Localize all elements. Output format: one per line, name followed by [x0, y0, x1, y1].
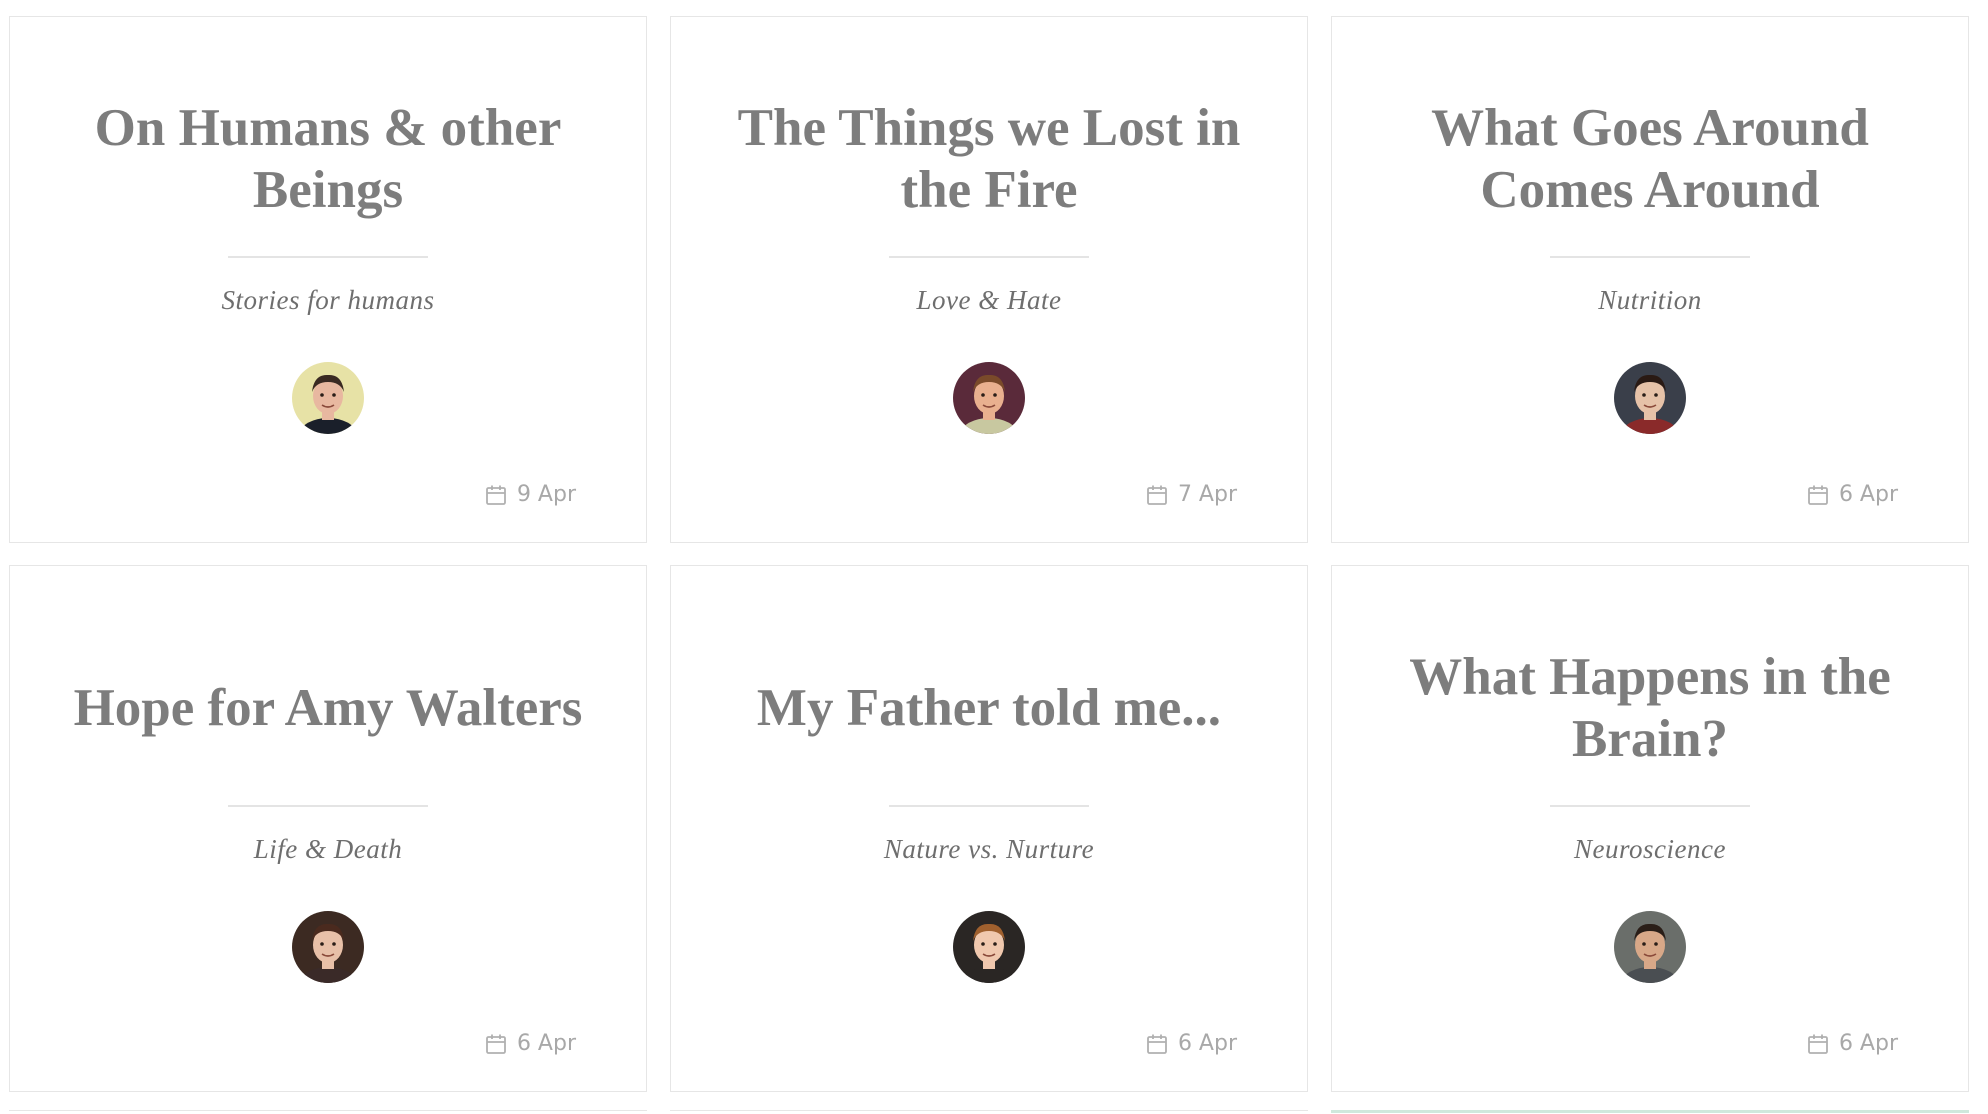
- author-avatar[interactable]: [292, 362, 364, 434]
- story-category[interactable]: Nature vs. Nurture: [671, 834, 1307, 865]
- story-card[interactable]: The Things we Lost in the Fire Love & Ha…: [670, 16, 1308, 543]
- story-category[interactable]: Love & Hate: [671, 285, 1307, 316]
- title-divider: [889, 256, 1089, 258]
- story-card-grid: On Humans & other Beings Stories for hum…: [0, 0, 1988, 1114]
- title-divider: [889, 805, 1089, 807]
- calendar-icon: [485, 484, 507, 506]
- story-date: 7 Apr: [1146, 482, 1237, 507]
- story-date-text: 6 Apr: [516, 1031, 576, 1056]
- story-category[interactable]: Neuroscience: [1332, 834, 1968, 865]
- story-title[interactable]: What Goes Around Comes Around: [1372, 87, 1928, 231]
- story-date-text: 9 Apr: [516, 482, 576, 507]
- story-title[interactable]: What Happens in the Brain?: [1372, 636, 1928, 780]
- title-divider: [228, 256, 428, 258]
- story-card[interactable]: What Happens in the Brain? Neuroscience …: [1331, 565, 1969, 1092]
- story-title[interactable]: Hope for Amy Walters: [50, 636, 606, 780]
- story-date-text: 6 Apr: [1838, 1031, 1898, 1056]
- story-title[interactable]: The Things we Lost in the Fire: [711, 87, 1267, 231]
- story-date: 6 Apr: [485, 1031, 576, 1056]
- story-date: 6 Apr: [1807, 482, 1898, 507]
- calendar-icon: [485, 1033, 507, 1055]
- story-card-partial[interactable]: [9, 1110, 647, 1114]
- story-card-partial[interactable]: [1331, 1110, 1969, 1114]
- story-date: 6 Apr: [1146, 1031, 1237, 1056]
- author-avatar[interactable]: [953, 362, 1025, 434]
- story-date-text: 7 Apr: [1177, 482, 1237, 507]
- title-divider: [1550, 805, 1750, 807]
- story-card[interactable]: My Father told me... Nature vs. Nurture …: [670, 565, 1308, 1092]
- title-divider: [1550, 256, 1750, 258]
- story-category[interactable]: Nutrition: [1332, 285, 1968, 316]
- calendar-icon: [1146, 484, 1168, 506]
- author-avatar[interactable]: [1614, 911, 1686, 983]
- story-card[interactable]: Hope for Amy Walters Life & Death 6 Apr: [9, 565, 647, 1092]
- story-category[interactable]: Life & Death: [10, 834, 646, 865]
- story-card[interactable]: What Goes Around Comes Around Nutrition …: [1331, 16, 1969, 543]
- story-card[interactable]: On Humans & other Beings Stories for hum…: [9, 16, 647, 543]
- story-title[interactable]: My Father told me...: [711, 636, 1267, 780]
- author-avatar[interactable]: [953, 911, 1025, 983]
- author-avatar[interactable]: [1614, 362, 1686, 434]
- story-card-partial[interactable]: [670, 1110, 1308, 1114]
- story-title[interactable]: On Humans & other Beings: [50, 87, 606, 231]
- story-date: 9 Apr: [485, 482, 576, 507]
- story-category[interactable]: Stories for humans: [10, 285, 646, 316]
- story-date-text: 6 Apr: [1177, 1031, 1237, 1056]
- author-avatar[interactable]: [292, 911, 364, 983]
- story-date: 6 Apr: [1807, 1031, 1898, 1056]
- story-date-text: 6 Apr: [1838, 482, 1898, 507]
- calendar-icon: [1807, 1033, 1829, 1055]
- calendar-icon: [1807, 484, 1829, 506]
- calendar-icon: [1146, 1033, 1168, 1055]
- title-divider: [228, 805, 428, 807]
